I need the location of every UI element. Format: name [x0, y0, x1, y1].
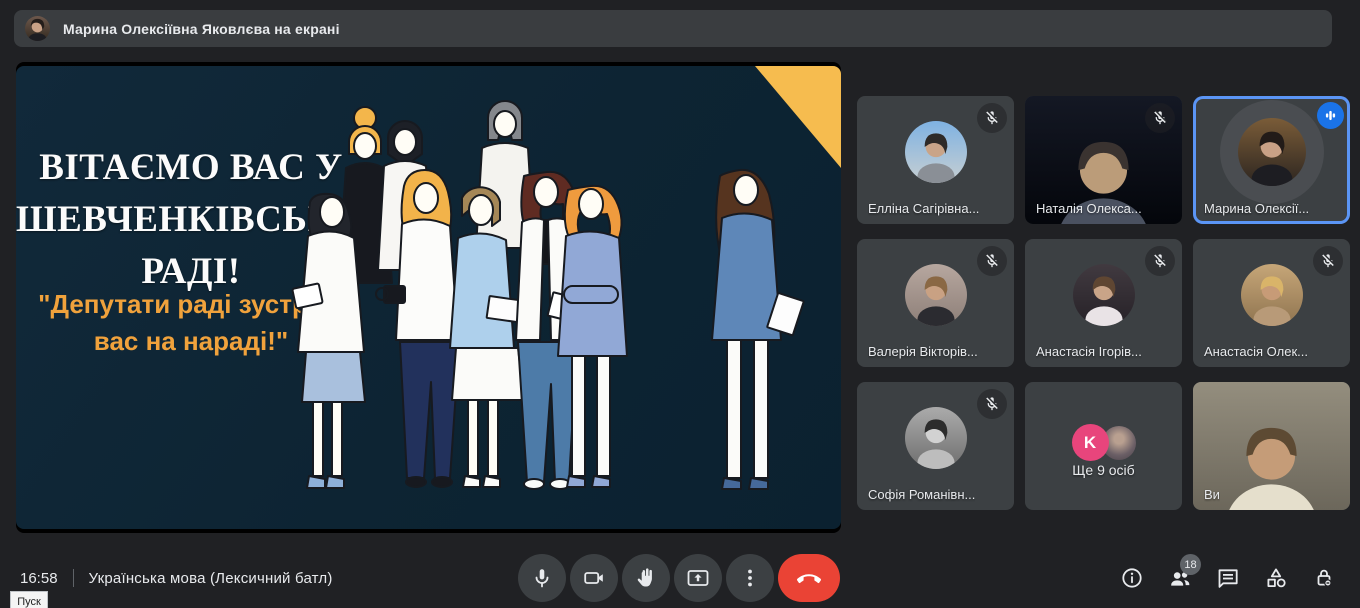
chat-icon [1216, 566, 1240, 590]
bottom-bar: 16:58 Українська мова (Лексичний батл) [0, 548, 1360, 608]
participant-tile[interactable]: K Ще 9 осіб [1025, 382, 1182, 510]
more-options-icon [738, 566, 762, 590]
presenter-banner: Марина Олексіївна Яковлєва на екрані [14, 10, 1332, 47]
info-button[interactable] [1120, 566, 1144, 590]
participant-name: Анастасія Олек... [1204, 344, 1308, 359]
presenter-avatar [25, 16, 50, 41]
people-button[interactable]: 18 [1168, 566, 1192, 590]
meet-window: Марина Олексіївна Яковлєва на екрані ВІТ… [0, 0, 1360, 608]
participant-avatar [905, 121, 967, 183]
call-controls [518, 554, 840, 602]
avatar-person-figure [1241, 264, 1303, 326]
participant-tile[interactable]: Софія Романівн... [857, 382, 1014, 510]
businesswomen-illustration [266, 88, 841, 508]
end-call-icon [797, 566, 821, 590]
mic-icon [530, 566, 554, 590]
host-controls-button[interactable] [1312, 566, 1336, 590]
overflow-avatars: K [1072, 424, 1136, 461]
participant-avatar [1238, 118, 1306, 186]
participant-name: Наталія Олекса... [1036, 201, 1142, 216]
camera-icon [582, 566, 606, 590]
participant-tile[interactable]: Наталія Олекса... [1025, 96, 1182, 224]
participant-tile[interactable]: Ви [1193, 382, 1350, 510]
participant-tile[interactable]: Анастасія Олек... [1193, 239, 1350, 367]
participant-tile[interactable]: Анастасія Ігорів... [1025, 239, 1182, 367]
speaking-indicator-icon [1317, 102, 1344, 129]
host-controls-icon [1312, 566, 1336, 590]
overflow-letter-avatar: K [1072, 424, 1109, 461]
raise-hand-button[interactable] [622, 554, 670, 602]
avatar-person-figure [1238, 118, 1306, 186]
end-call-button[interactable] [778, 554, 840, 602]
divider [73, 569, 74, 587]
avatar-person-figure [905, 121, 967, 183]
clock-time: 16:58 [20, 570, 58, 587]
participant-name: Елліна Сагірівна... [868, 201, 979, 216]
chat-button[interactable] [1216, 566, 1240, 590]
participant-tile[interactable]: Елліна Сагірівна... [857, 96, 1014, 224]
present-screen-icon [686, 566, 710, 590]
participant-avatar [905, 264, 967, 326]
raise-hand-icon [634, 566, 658, 590]
participants-grid: Елліна Сагірівна... [857, 96, 1350, 510]
activities-icon [1264, 566, 1288, 590]
participant-name: Ще 9 осіб [1025, 462, 1182, 478]
present-screen-button[interactable] [674, 554, 722, 602]
activities-button[interactable] [1264, 566, 1288, 590]
mic-muted-icon [1145, 246, 1175, 276]
info-icon [1120, 566, 1144, 590]
participant-name: Софія Романівн... [868, 487, 975, 502]
avatar-person-figure [1073, 264, 1135, 326]
participant-name: Ви [1204, 487, 1220, 502]
more-options-button[interactable] [726, 554, 774, 602]
meeting-name: Українська мова (Лексичний батл) [89, 570, 333, 587]
presentation-slide: ВІТАЄМО ВАС У ШЕВЧЕНКІВСЬКІЙ РАДІ! "Депу… [16, 66, 841, 529]
presenter-banner-text: Марина Олексіївна Яковлєва на екрані [63, 21, 340, 37]
screenshare-tile[interactable]: ВІТАЄМО ВАС У ШЕВЧЕНКІВСЬКІЙ РАДІ! "Депу… [16, 62, 841, 533]
participant-name: Анастасія Ігорів... [1036, 344, 1142, 359]
camera-button[interactable] [570, 554, 618, 602]
avatar-person-figure [905, 407, 967, 469]
mic-muted-icon [1145, 103, 1175, 133]
mic-button[interactable] [518, 554, 566, 602]
mic-muted-icon [977, 103, 1007, 133]
participant-tile[interactable]: Марина Олексії... [1193, 96, 1350, 224]
participant-name: Валерія Вікторів... [868, 344, 978, 359]
participant-avatar [905, 407, 967, 469]
participant-avatar [1073, 264, 1135, 326]
slide-illustration [266, 88, 841, 508]
taskbar-tooltip-text: Пуск [17, 596, 41, 608]
participant-avatar [1241, 264, 1303, 326]
participant-name: Марина Олексії... [1204, 201, 1309, 216]
taskbar-tooltip: Пуск [10, 591, 48, 608]
participant-count-badge: 18 [1180, 554, 1201, 575]
side-panel-icons: 18 [1120, 566, 1336, 590]
meeting-info: 16:58 Українська мова (Лексичний батл) [20, 548, 333, 608]
mic-muted-icon [977, 389, 1007, 419]
avatar-person-figure [905, 264, 967, 326]
mic-muted-icon [977, 246, 1007, 276]
participant-tile[interactable]: Валерія Вікторів... [857, 239, 1014, 367]
mic-muted-icon [1313, 246, 1343, 276]
